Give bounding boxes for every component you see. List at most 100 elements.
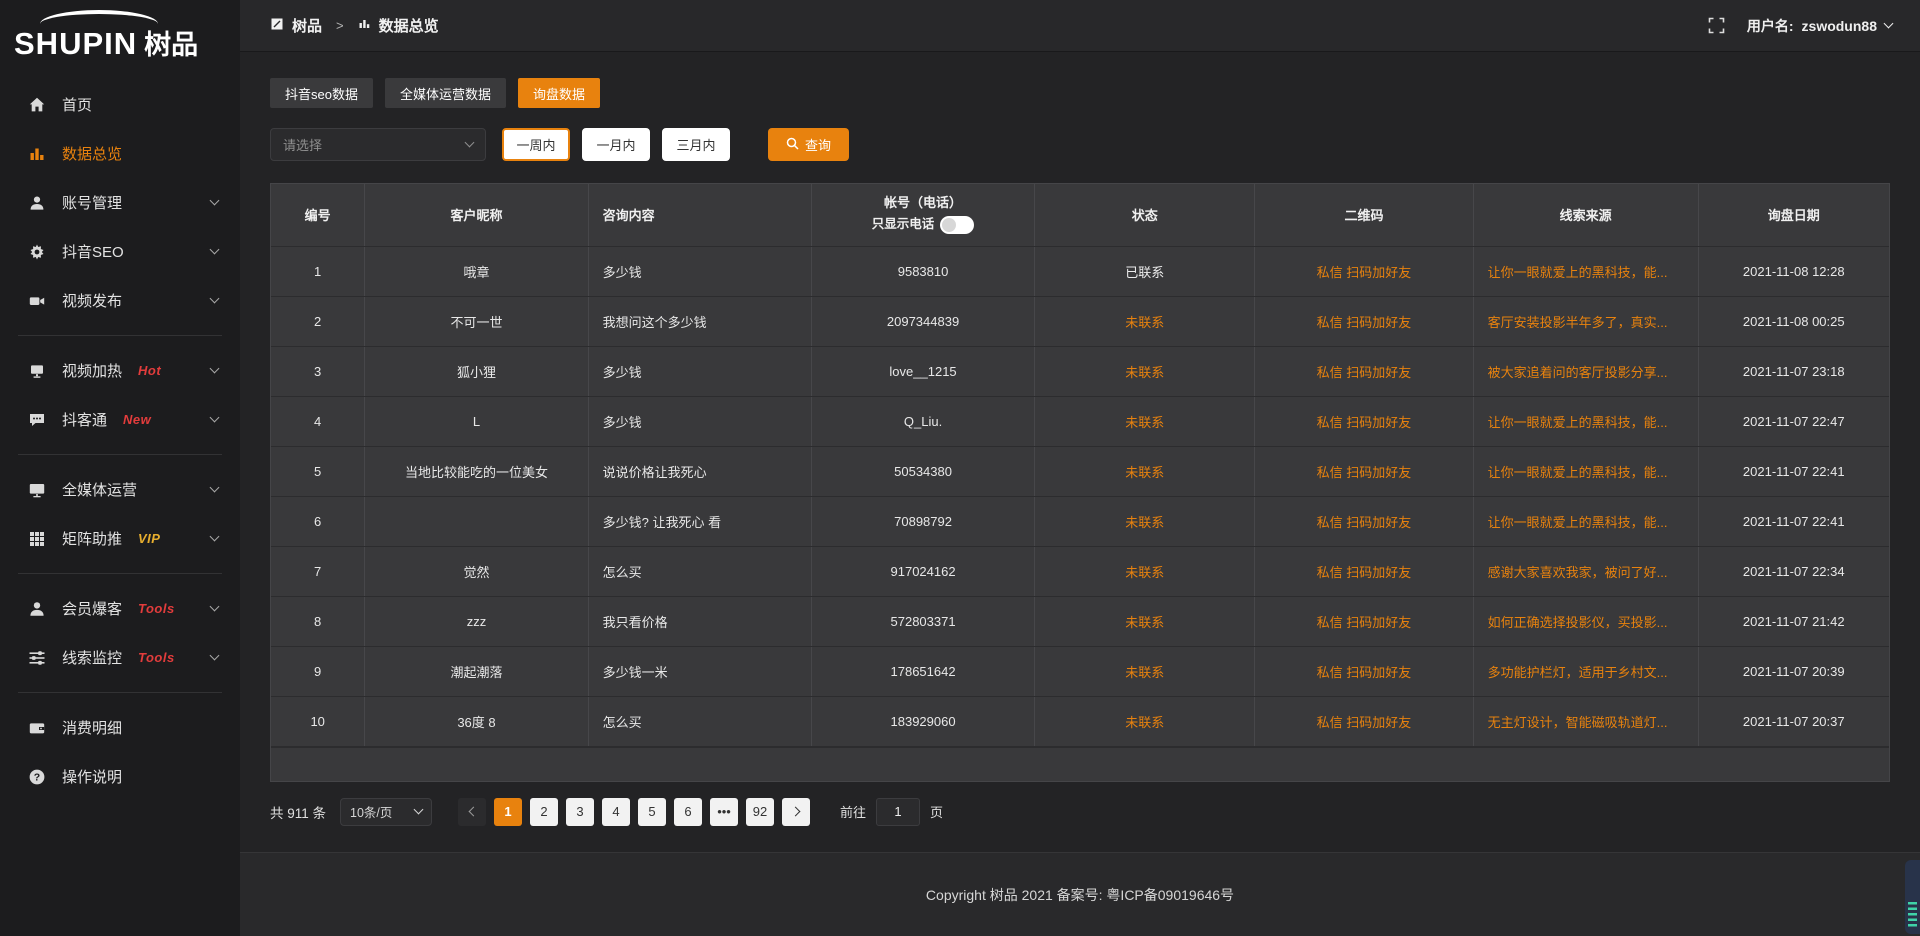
sidebar-item-account-management[interactable]: 账号管理 <box>0 178 240 227</box>
cell-no: 8 <box>271 596 365 646</box>
range-quarter-button[interactable]: 三月内 <box>662 128 730 161</box>
cell-source-link[interactable]: 让你一眼就爱上的黑科技，能... <box>1473 446 1698 496</box>
cell-qr-links[interactable]: 私信 扫码加好友 <box>1255 646 1473 696</box>
cell-source-link[interactable]: 让你一眼就爱上的黑科技，能... <box>1473 496 1698 546</box>
breadcrumb-separator: > <box>336 18 344 33</box>
cell-content: 多少钱? 让我死心 看 <box>588 496 811 546</box>
table-row: 6 多少钱? 让我死心 看 70898792 未联系 私信 扫码加好友 让你一眼… <box>271 496 1889 546</box>
tab-inquiry-data[interactable]: 询盘数据 <box>518 78 600 108</box>
cell-qr-links[interactable]: 私信 扫码加好友 <box>1255 446 1473 496</box>
sidebar-item-lead-monitor[interactable]: 线索监控 Tools <box>0 633 240 682</box>
search-button[interactable]: 查询 <box>768 128 849 161</box>
page-button[interactable]: 92 <box>746 798 774 826</box>
cell-source-link[interactable]: 感谢大家喜欢我家，被问了好... <box>1473 546 1698 596</box>
cell-source-link[interactable]: 多功能护栏灯，适用于乡村文... <box>1473 646 1698 696</box>
chevron-down-icon <box>414 805 424 815</box>
sidebar-item-douyin-seo[interactable]: 抖音SEO <box>0 227 240 276</box>
cell-source-link[interactable]: 客厅安装投影半年多了，真实... <box>1473 296 1698 346</box>
video-camera-icon <box>27 292 47 310</box>
cell-account: 9583810 <box>811 246 1034 296</box>
floating-widget[interactable] <box>1905 860 1920 934</box>
cell-qr-links[interactable]: 私信 扫码加好友 <box>1255 246 1473 296</box>
sidebar-item-label: 视频发布 <box>62 290 122 311</box>
cell-qr-links[interactable]: 私信 扫码加好友 <box>1255 496 1473 546</box>
chevron-right-icon <box>790 807 800 817</box>
sidebar-item-douketong[interactable]: 抖客通 New <box>0 395 240 444</box>
cell-source-link[interactable]: 无主灯设计，智能磁吸轨道灯... <box>1473 696 1698 746</box>
logo-text-cn: 树品 <box>144 23 198 62</box>
cell-date: 2021-11-07 22:41 <box>1698 446 1889 496</box>
tools-badge: Tools <box>138 650 175 665</box>
user-dropdown[interactable]: 用户名: zswodun88 <box>1747 16 1892 36</box>
sidebar-item-video-heat[interactable]: 视频加热 Hot <box>0 346 240 395</box>
main-column: 树品 > 数据总览 用户名: zswodun88 <box>240 0 1920 936</box>
col-content: 咨询内容 <box>588 184 811 246</box>
cell-source-link[interactable]: 如何正确选择投影仪，买投影... <box>1473 596 1698 646</box>
cell-account: 572803371 <box>811 596 1034 646</box>
main-content: 抖音seo数据 全媒体运营数据 询盘数据 请选择 一周内 一月内 三月内 查询 <box>240 52 1920 852</box>
menu-divider <box>18 454 222 455</box>
chat-bubble-icon <box>27 411 47 429</box>
sidebar-item-instructions[interactable]: ? 操作说明 <box>0 752 240 801</box>
range-week-button[interactable]: 一周内 <box>502 128 570 161</box>
cell-qr-links[interactable]: 私信 扫码加好友 <box>1255 546 1473 596</box>
page-size-select[interactable]: 10条/页 <box>340 798 432 826</box>
chevron-down-icon <box>210 532 220 542</box>
cell-no: 1 <box>271 246 365 296</box>
page-button-active[interactable]: 1 <box>494 798 522 826</box>
cell-qr-links[interactable]: 私信 扫码加好友 <box>1255 696 1473 746</box>
cell-source-link[interactable]: 让你一眼就爱上的黑科技，能... <box>1473 246 1698 296</box>
table-row: 10 36度 8 怎么买 183929060 未联系 私信 扫码加好友 无主灯设… <box>271 696 1889 746</box>
sidebar-item-home[interactable]: 首页 <box>0 80 240 129</box>
filter-bar: 请选择 一周内 一月内 三月内 查询 <box>270 128 1890 161</box>
page-button[interactable]: 5 <box>638 798 666 826</box>
cell-qr-links[interactable]: 私信 扫码加好友 <box>1255 396 1473 446</box>
page-button[interactable]: 6 <box>674 798 702 826</box>
username-value: zswodun88 <box>1802 18 1877 34</box>
menu-divider <box>18 692 222 693</box>
breadcrumb-root[interactable]: 树品 <box>292 15 322 36</box>
home-icon <box>27 96 47 114</box>
cell-nickname: 哦章 <box>365 246 588 296</box>
sidebar-item-video-publish[interactable]: 视频发布 <box>0 276 240 325</box>
tab-douyin-seo-data[interactable]: 抖音seo数据 <box>270 78 373 108</box>
sidebar-item-label: 账号管理 <box>62 192 122 213</box>
cell-source-link[interactable]: 被大家追着问的客厅投影分享... <box>1473 346 1698 396</box>
breadcrumb: 树品 > 数据总览 <box>270 15 439 36</box>
prev-page-button[interactable] <box>458 798 486 826</box>
grid-icon <box>27 530 47 548</box>
cell-account: Q_Liu. <box>811 396 1034 446</box>
account-select[interactable]: 请选择 <box>270 128 486 161</box>
range-month-button[interactable]: 一月内 <box>582 128 650 161</box>
sidebar-item-consumption-details[interactable]: 消费明细 <box>0 703 240 752</box>
only-phone-toggle[interactable] <box>940 216 974 234</box>
cell-content: 多少钱一米 <box>588 646 811 696</box>
page-button[interactable]: 3 <box>566 798 594 826</box>
next-page-button[interactable] <box>782 798 810 826</box>
cell-qr-links[interactable]: 私信 扫码加好友 <box>1255 346 1473 396</box>
sidebar-item-matrix-boost[interactable]: 矩阵助推 VIP <box>0 514 240 563</box>
app: SHUPIN 树品 首页 数据总览 账号管理 <box>0 0 1920 936</box>
pagination: 共 911 条 10条/页 1 23456•••92 前往 页 <box>270 798 1890 826</box>
logo-text-en: SHUPIN <box>14 26 137 62</box>
chevron-left-icon <box>468 807 478 817</box>
page-button[interactable]: ••• <box>710 798 738 826</box>
cell-qr-links[interactable]: 私信 扫码加好友 <box>1255 596 1473 646</box>
cell-qr-links[interactable]: 私信 扫码加好友 <box>1255 296 1473 346</box>
monitor-icon <box>27 481 47 499</box>
sidebar-item-data-overview[interactable]: 数据总览 <box>0 129 240 178</box>
page-button[interactable]: 4 <box>602 798 630 826</box>
fullscreen-icon[interactable] <box>1708 17 1725 34</box>
sidebar-item-member-baoke[interactable]: 会员爆客 Tools <box>0 584 240 633</box>
cell-source-link[interactable]: 让你一眼就爱上的黑科技，能... <box>1473 396 1698 446</box>
table-row: 9 潮起潮落 多少钱一米 178651642 未联系 私信 扫码加好友 多功能护… <box>271 646 1889 696</box>
chevron-down-icon <box>210 483 220 493</box>
cell-date: 2021-11-07 22:34 <box>1698 546 1889 596</box>
table-header: 编号 客户昵称 咨询内容 帐号（电话） 只显示电话 状态 <box>271 184 1889 246</box>
tab-omnimedia-data[interactable]: 全媒体运营数据 <box>385 78 506 108</box>
sidebar-menu: 首页 数据总览 账号管理 抖音SEO <box>0 80 240 801</box>
goto-page-input[interactable] <box>876 798 920 826</box>
page-button[interactable]: 2 <box>530 798 558 826</box>
sidebar-item-omnimedia-operation[interactable]: 全媒体运营 <box>0 465 240 514</box>
cell-account: 70898792 <box>811 496 1034 546</box>
